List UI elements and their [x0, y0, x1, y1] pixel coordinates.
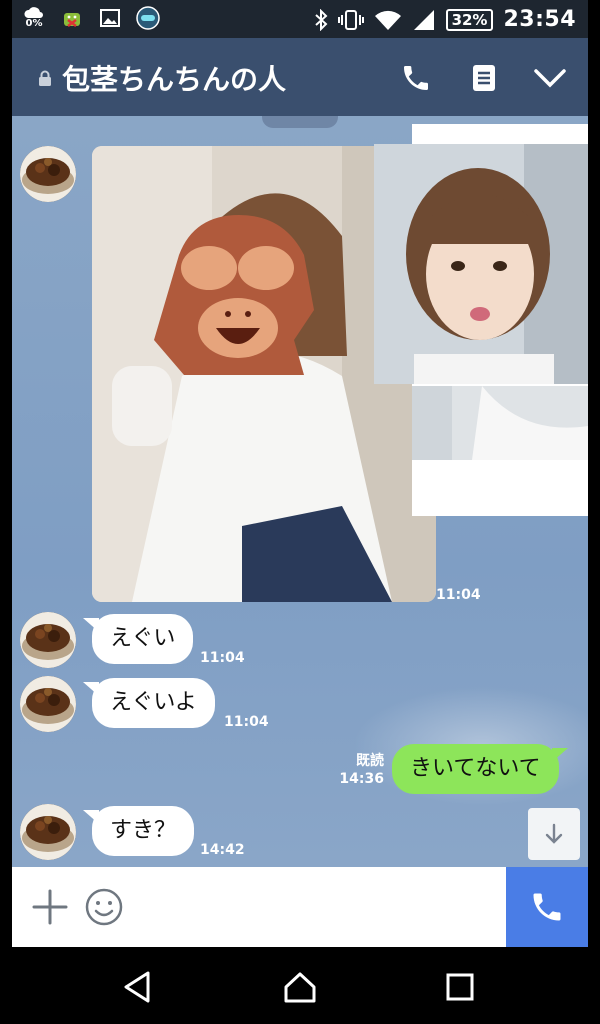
- signal-icon: [413, 9, 434, 30]
- scroll-to-bottom-button[interactable]: [528, 808, 580, 860]
- system-indicators: 32% 23:54: [314, 7, 576, 32]
- image-overlay-photo-lower: [412, 386, 588, 460]
- android-debug-icon: [60, 6, 84, 30]
- arrow-down-icon: [545, 823, 563, 844]
- home-icon[interactable]: [282, 969, 318, 1005]
- app-frame: 0% 32% 23:54 包茎ちんちんの人 11:04 えぐい 11:04 えぐ…: [12, 0, 588, 1024]
- message-bubble[interactable]: えぐい: [82, 614, 194, 664]
- message-bubble[interactable]: すき？: [82, 806, 195, 856]
- read-label: 既読: [356, 753, 384, 769]
- monkey-emoji: [154, 215, 314, 375]
- avatar[interactable]: [20, 146, 76, 202]
- vr-icon: [136, 6, 160, 30]
- message-list[interactable]: 11:04 えぐい 11:04 えぐいよ 11:04 既読 14:36 きいてな…: [12, 116, 588, 867]
- vibrate-icon: [337, 9, 364, 30]
- call-button[interactable]: [396, 60, 436, 96]
- wifi-icon: [374, 10, 401, 30]
- message-timestamp: 14:42: [200, 842, 245, 858]
- chat-title: 包茎ちんちんの人: [62, 63, 287, 96]
- message-timestamp: 11:04: [200, 650, 245, 666]
- bluetooth-icon: [314, 8, 328, 31]
- lock-icon: [39, 70, 51, 86]
- image-overlay-photo: [374, 144, 588, 384]
- phone-icon: [533, 893, 561, 921]
- note-button[interactable]: [464, 60, 504, 96]
- clock: 23:54: [503, 7, 576, 32]
- battery-indicator: 32%: [445, 8, 494, 31]
- smile-icon[interactable]: [84, 887, 124, 927]
- cloud-percent: 0%: [25, 18, 43, 29]
- input-bar: [12, 867, 588, 947]
- message-bubble[interactable]: えぐいよ: [83, 678, 215, 728]
- note-icon: [473, 65, 495, 91]
- avatar[interactable]: [20, 804, 76, 860]
- phone-icon: [404, 66, 428, 90]
- avatar[interactable]: [20, 676, 76, 732]
- date-chip: [262, 116, 338, 128]
- sent-timestamp: 14:36: [339, 771, 384, 787]
- image-icon: [98, 6, 122, 30]
- cloud-icon: 0%: [22, 6, 46, 30]
- menu-expand-button[interactable]: [530, 60, 570, 96]
- status-bar: 0% 32% 23:54: [12, 0, 588, 38]
- notification-icons: 0%: [22, 6, 160, 30]
- chevron-down-icon: [534, 69, 566, 88]
- voice-call-button[interactable]: [506, 867, 588, 947]
- chat-header: 包茎ちんちんの人: [12, 38, 588, 116]
- navigation-bar: [12, 947, 588, 1024]
- message-timestamp: 11:04: [224, 714, 269, 730]
- avatar[interactable]: [20, 612, 76, 668]
- read-receipt: 既読 14:36: [332, 752, 384, 788]
- photo-timestamp: 11:04: [436, 587, 481, 603]
- plus-icon[interactable]: [30, 887, 70, 927]
- sent-message-bubble[interactable]: きいてないて: [392, 744, 568, 794]
- recents-icon[interactable]: [442, 969, 478, 1005]
- back-icon[interactable]: [120, 969, 156, 1005]
